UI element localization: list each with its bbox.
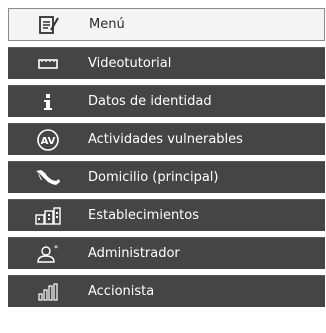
menu-item-accionista[interactable]: Accionista <box>8 275 325 307</box>
notepad-edit-icon <box>9 15 89 35</box>
menu-item-label: Videotutorial <box>88 56 172 71</box>
side-menu: Menú Videotutorial Datos de identidad AV… <box>8 8 325 313</box>
user-star-icon: * <box>8 244 88 264</box>
bar-chart-icon <box>8 282 88 301</box>
menu-item-administrador[interactable]: * Administrador <box>8 237 325 269</box>
menu-item-actividades-vulnerables[interactable]: AV Actividades vulnerables <box>8 123 325 155</box>
menu-item-label: Establecimientos <box>88 208 200 223</box>
menu-item-label: Datos de identidad <box>88 94 212 109</box>
svg-text:*: * <box>54 244 58 253</box>
video-icon <box>8 58 88 70</box>
menu-item-videotutorial[interactable]: Videotutorial <box>8 47 325 79</box>
menu-item-domicilio[interactable]: Domicilio (principal) <box>8 161 325 193</box>
menu-header-label: Menú <box>89 17 125 32</box>
menu-item-datos-identidad[interactable]: Datos de identidad <box>8 85 325 117</box>
buildings-icon <box>8 206 88 225</box>
svg-text:AV: AV <box>41 136 56 147</box>
menu-item-label: Accionista <box>88 284 155 299</box>
info-icon <box>8 93 88 111</box>
menu-item-label: Administrador <box>88 246 180 261</box>
av-circle-icon: AV <box>8 128 88 152</box>
mexico-map-icon <box>8 169 88 187</box>
menu-item-label: Actividades vulnerables <box>88 132 243 147</box>
menu-item-establecimientos[interactable]: Establecimientos <box>8 199 325 231</box>
menu-header[interactable]: Menú <box>8 8 325 41</box>
menu-item-label: Domicilio (principal) <box>88 170 219 185</box>
